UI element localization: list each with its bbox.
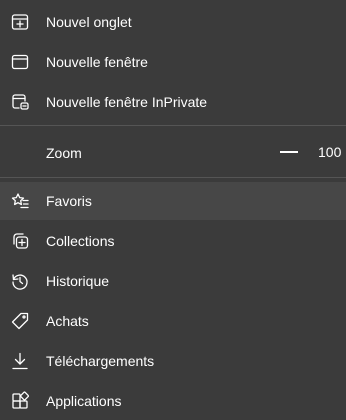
menu-item-apps[interactable]: Applications [0, 382, 346, 420]
menu-item-history[interactable]: Historique [0, 262, 346, 300]
zoom-out-button[interactable] [280, 151, 298, 153]
menu-item-label: Collections [46, 233, 115, 249]
menu-item-label: Nouvel onglet [46, 14, 132, 30]
zoom-row: Zoom [0, 134, 346, 172]
zoom-value: 100 [318, 144, 342, 160]
menu-item-new-window[interactable]: Nouvelle fenêtre [0, 43, 346, 81]
menu-divider [0, 125, 346, 126]
window-icon [9, 51, 31, 73]
menu-item-label: Applications [46, 393, 122, 409]
history-icon [9, 270, 31, 292]
menu-item-label: Favoris [46, 193, 92, 209]
menu-item-label: Achats [46, 313, 89, 329]
collections-icon [9, 230, 31, 252]
zoom-label: Zoom [46, 145, 82, 161]
menu-item-new-tab[interactable]: Nouvel onglet [0, 3, 346, 41]
menu-item-favorites[interactable]: Favoris [0, 182, 346, 220]
inprivate-icon [9, 91, 31, 113]
menu-item-shopping[interactable]: Achats [0, 302, 346, 340]
menu-item-new-inprivate[interactable]: Nouvelle fenêtre InPrivate [0, 83, 346, 121]
browser-settings-menu: Nouvel onglet Nouvelle fenêtre Nouvelle … [0, 0, 346, 409]
menu-item-downloads[interactable]: Téléchargements [0, 342, 346, 380]
menu-item-label: Téléchargements [46, 353, 155, 369]
download-icon [9, 350, 31, 372]
apps-icon [9, 390, 31, 412]
menu-item-label: Nouvelle fenêtre InPrivate [46, 94, 208, 110]
menu-item-label: Nouvelle fenêtre [46, 54, 148, 70]
new-tab-icon [9, 11, 31, 33]
menu-item-collections[interactable]: Collections [0, 222, 346, 260]
star-list-icon [9, 190, 31, 212]
menu-item-label: Historique [46, 273, 110, 289]
menu-divider [0, 177, 346, 178]
tag-icon [9, 310, 31, 332]
